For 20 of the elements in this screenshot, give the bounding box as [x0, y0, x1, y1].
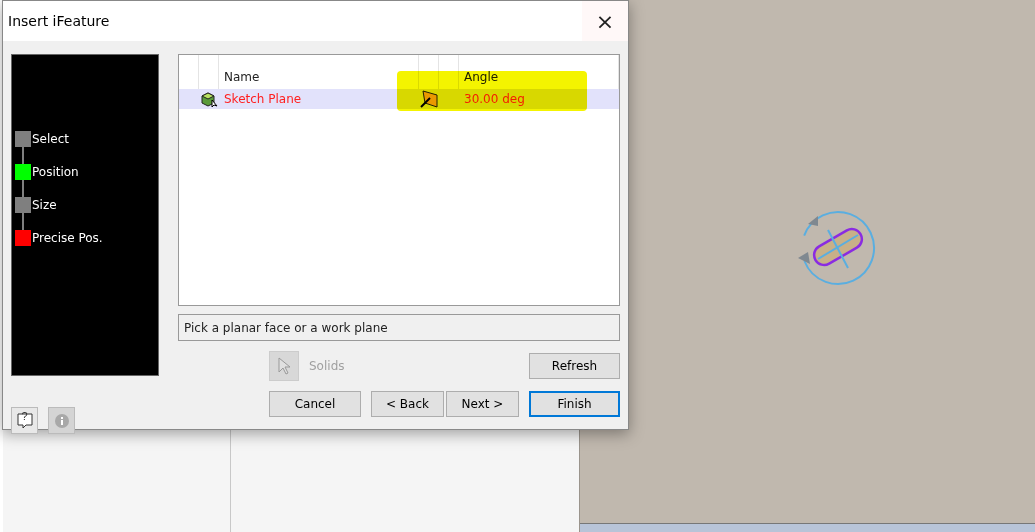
cube-icon [200, 91, 218, 107]
cursor-icon [277, 357, 291, 375]
dialog-button[interactable]: Next > [446, 391, 519, 417]
step-label: Precise Pos. [32, 231, 103, 245]
help-button[interactable]: ? [11, 407, 38, 434]
step-label: Select [32, 132, 70, 146]
dialog-button[interactable]: < Back [371, 391, 444, 417]
info-icon [53, 412, 70, 429]
table-cell-text: Sketch Plane [223, 92, 303, 106]
status-field: Pick a planar face or a work plane [178, 314, 620, 341]
dialog-title: Insert iFeature [8, 13, 110, 29]
table-cell-text: 30.00 deg [463, 92, 526, 106]
close-button[interactable]: × [582, 1, 628, 41]
solids-label: Solids [309, 359, 345, 373]
step-label: Size [32, 198, 57, 212]
dialog-button[interactable]: Finish [529, 391, 620, 417]
step-label: Position [32, 165, 79, 179]
refresh-button[interactable]: Refresh [529, 353, 620, 379]
dialog-button[interactable]: Cancel [269, 391, 361, 417]
speech-bubble-icon [15, 411, 34, 430]
